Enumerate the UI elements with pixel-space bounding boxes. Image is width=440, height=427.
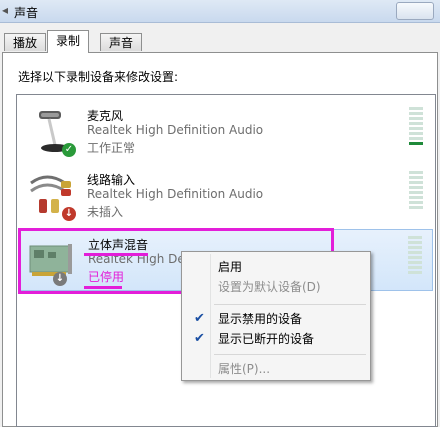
tab-playback[interactable]: 播放 (4, 33, 47, 51)
back-arrow-icon[interactable]: ◂ (2, 3, 8, 17)
menu-separator (214, 304, 366, 305)
device-row-microphone[interactable]: ✓ 麦克风 Realtek High Definition Audio 工作正常 (19, 101, 433, 163)
green-check-icon: ✓ (62, 143, 76, 157)
device-name: 线路输入 (87, 173, 136, 187)
tab-strip: 播放 录制 声音 (0, 30, 440, 53)
device-status: 已停用 (88, 270, 125, 284)
checkmark-icon: ✔ (194, 311, 205, 326)
sound-card-icon (26, 234, 78, 286)
device-status: 未插入 (87, 205, 124, 219)
menu-item-label: 显示已断开的设备 (218, 332, 315, 346)
device-status: 工作正常 (87, 141, 136, 155)
tab-sounds[interactable]: 声音 (100, 33, 143, 51)
menu-item-label: 设置为默认设备(D) (218, 280, 321, 294)
menu-item-set-default: 设置为默认设备(D) (184, 276, 368, 298)
device-name: 麦克风 (87, 109, 124, 123)
menu-separator (214, 354, 366, 355)
level-meter (408, 236, 422, 286)
menu-item-label: 启用 (218, 260, 243, 274)
menu-item-properties: 属性(P)... (184, 358, 368, 380)
close-button[interactable] (396, 2, 434, 20)
device-row-line-in[interactable]: ↓ 线路输入 Realtek High Definition Audio 未插入 (19, 165, 433, 227)
menu-item-show-disconnected[interactable]: ✔ 显示已断开的设备 (184, 328, 368, 350)
annotation-underline-name (84, 253, 148, 256)
red-down-arrow-icon: ↓ (62, 207, 76, 221)
instruction-text: 选择以下录制设备来修改设置: (18, 70, 179, 84)
level-meter (409, 171, 423, 221)
menu-item-enable[interactable]: 启用 (184, 256, 368, 278)
menu-item-show-disabled[interactable]: ✔ 显示禁用的设备 (184, 308, 368, 330)
tab-recording[interactable]: 录制 (47, 30, 90, 53)
menu-item-label: 属性(P)... (218, 362, 271, 376)
menu-item-label: 显示禁用的设备 (218, 312, 303, 326)
annotation-underline-status (84, 286, 122, 289)
context-menu: 启用 设置为默认设备(D) ✔ 显示禁用的设备 ✔ 显示已断开的设备 属性(P)… (181, 251, 371, 381)
window-title: 声音 (14, 6, 39, 20)
title-bar: ◂ 声音 (0, 0, 440, 23)
gray-down-arrow-icon: ↓ (53, 272, 67, 286)
device-driver: Realtek High Definition Audio (87, 187, 264, 201)
device-driver: Realtek High Definition Audio (87, 123, 264, 137)
level-meter (409, 107, 423, 157)
checkmark-icon: ✔ (194, 331, 205, 346)
device-name: 立体声混音 (88, 238, 149, 252)
